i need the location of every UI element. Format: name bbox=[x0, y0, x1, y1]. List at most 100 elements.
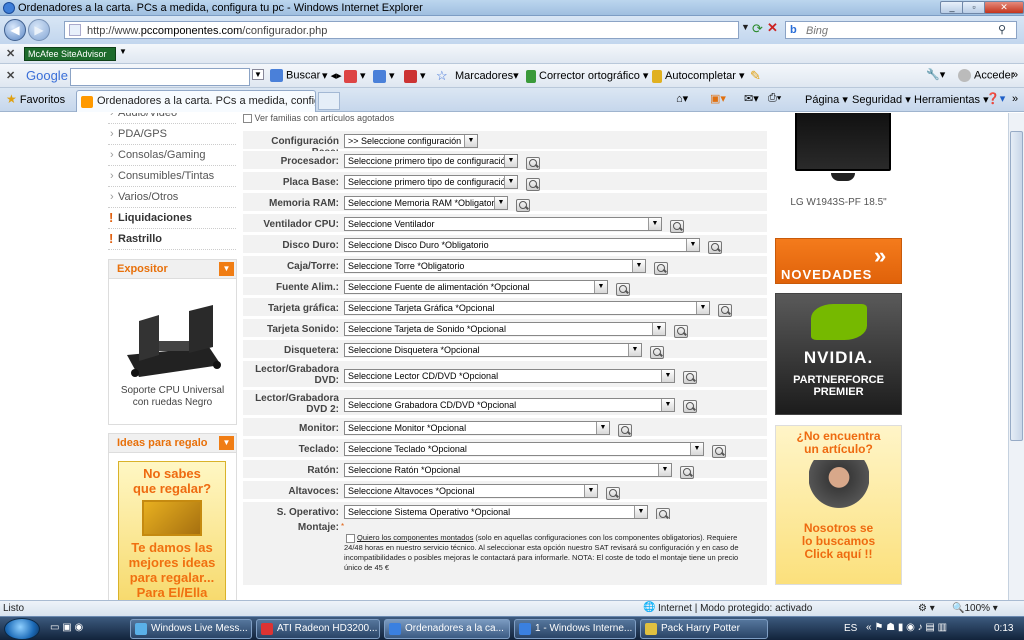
magnifier-icon[interactable] bbox=[526, 178, 540, 191]
config-select[interactable]: >> Seleccione configuración ▼ bbox=[344, 134, 478, 148]
left-menu-item[interactable]: › PDA/GPS bbox=[108, 124, 236, 145]
chevron-down-icon[interactable]: ▼ bbox=[686, 239, 699, 251]
magnifier-icon[interactable] bbox=[683, 371, 697, 384]
mail-icon[interactable]: ✉▾ bbox=[744, 92, 759, 105]
favoritos-button[interactable]: ★ Favoritos bbox=[6, 92, 65, 106]
montaje-link[interactable]: Quiero los componentes montados bbox=[357, 533, 473, 542]
start-button[interactable] bbox=[4, 618, 40, 640]
config-select[interactable]: Seleccione Tarjeta de Sonido *Opcional ▼ bbox=[344, 322, 666, 336]
vertical-scrollbar[interactable] bbox=[1008, 113, 1024, 600]
clock[interactable]: 0:13 bbox=[994, 623, 1013, 634]
back-button[interactable]: ◀ bbox=[4, 19, 26, 41]
magnifier-icon[interactable] bbox=[516, 199, 530, 212]
magnifier-icon[interactable] bbox=[650, 346, 664, 359]
buscamos-banner[interactable]: ¿No encuentra un artículo? Nosotros se l… bbox=[775, 425, 902, 585]
config-select[interactable]: Seleccione Altavoces *Opcional ▼ bbox=[344, 484, 598, 498]
config-select[interactable]: Seleccione Grabadora CD/DVD *Opcional ▼ bbox=[344, 398, 675, 412]
taskbar-item[interactable]: Pack Harry Potter bbox=[640, 619, 768, 639]
mcafee-dropdown-icon[interactable]: ▼ bbox=[119, 47, 127, 56]
expositor-dropdown-icon[interactable]: ▼ bbox=[219, 262, 234, 276]
quicklaunch-icons[interactable]: ▭ ▣ ◉ bbox=[50, 622, 83, 633]
ultimas-novedades-banner[interactable]: » NOVEDADES bbox=[775, 238, 902, 284]
left-menu-item[interactable]: › Consolas/Gaming bbox=[108, 145, 236, 166]
refresh-icon[interactable]: ⟳ bbox=[752, 21, 763, 37]
star-icon[interactable]: ☆ bbox=[436, 68, 448, 84]
search-box[interactable]: b Bing ⚲ bbox=[785, 21, 1017, 39]
magnifier-icon[interactable] bbox=[708, 241, 722, 254]
expositor-caption[interactable]: Soporte CPU Universal con ruedas Negro bbox=[109, 385, 236, 409]
more-chevron-icon[interactable]: » bbox=[1012, 93, 1018, 105]
tab-active[interactable]: Ordenadores a la carta. PCs a medida, co… bbox=[76, 90, 316, 112]
acceder-button[interactable]: Acceder bbox=[958, 69, 1014, 82]
taskbar-item[interactable]: Windows Live Mess... bbox=[130, 619, 252, 639]
chevron-down-icon[interactable]: ▼ bbox=[494, 197, 507, 209]
config-select[interactable]: Seleccione primero tipo de configuración… bbox=[344, 154, 518, 168]
config-select[interactable]: Seleccione Ratón *Opcional ▼ bbox=[344, 463, 672, 477]
pagina-menu[interactable]: Página ▾ bbox=[805, 93, 848, 106]
language-indicator[interactable]: ES bbox=[844, 623, 857, 634]
monitor-ad[interactable]: LG W1943S-PF 18.5" bbox=[775, 113, 902, 221]
buscar-button[interactable]: Buscar bbox=[270, 69, 320, 82]
config-select[interactable]: Seleccione primero tipo de configuración… bbox=[344, 175, 518, 189]
scrollbar-thumb[interactable] bbox=[1010, 131, 1023, 441]
chevron-down-icon[interactable]: ▼ bbox=[652, 323, 665, 335]
magnifier-icon[interactable] bbox=[654, 262, 668, 275]
chevron-down-icon[interactable]: ▼ bbox=[634, 506, 647, 518]
maximize-button[interactable]: ▫ bbox=[962, 1, 986, 14]
wrench-icon[interactable]: 🔧▾ bbox=[926, 68, 945, 81]
taskbar-item[interactable]: 1 - Windows Interne... bbox=[514, 619, 636, 639]
config-select[interactable]: Seleccione Teclado *Opcional ▼ bbox=[344, 442, 704, 456]
security-zone[interactable]: Internet | Modo protegido: activado bbox=[658, 603, 812, 614]
taskbar-item[interactable]: Ordenadores a la ca... bbox=[384, 619, 510, 639]
chevron-down-icon[interactable]: ▼ bbox=[658, 464, 671, 476]
left-menu-item[interactable]: › Varios/Otros bbox=[108, 187, 236, 208]
more-chevron-icon[interactable]: » bbox=[1012, 69, 1018, 81]
config-select[interactable]: Seleccione Fuente de alimentación *Opcio… bbox=[344, 280, 608, 294]
chevron-down-icon[interactable]: ▼ bbox=[648, 218, 661, 230]
taskbar-item[interactable]: ATI Radeon HD3200... bbox=[256, 619, 380, 639]
agotados-checkbox[interactable] bbox=[243, 114, 252, 124]
config-select[interactable]: Seleccione Disquetera *Opcional ▼ bbox=[344, 343, 642, 357]
chevron-down-icon[interactable]: ▼ bbox=[504, 155, 517, 167]
pagerank-icon[interactable]: ▾ bbox=[404, 69, 426, 83]
protected-mode-icon[interactable]: ⚙ ▾ bbox=[918, 603, 935, 614]
left-menu-item[interactable]: ! Liquidaciones bbox=[108, 208, 236, 229]
chevron-down-icon[interactable]: ▼ bbox=[632, 260, 645, 272]
home-icon[interactable]: ⌂▾ bbox=[676, 92, 688, 105]
magnifier-icon[interactable] bbox=[712, 445, 726, 458]
address-dropdown-icon[interactable]: ▼ bbox=[741, 22, 750, 32]
chevron-down-icon[interactable]: ▼ bbox=[628, 344, 641, 356]
chevron-down-icon[interactable]: ▼ bbox=[696, 302, 709, 314]
chevron-down-icon[interactable]: ▼ bbox=[584, 485, 597, 497]
config-select[interactable]: Seleccione Torre *Obligatorio ▼ bbox=[344, 259, 646, 273]
config-select[interactable]: Seleccione Disco Duro *Obligatorio ▼ bbox=[344, 238, 700, 252]
left-menu-item[interactable]: › Consumibles/Tintas bbox=[108, 166, 236, 187]
magnifier-icon[interactable] bbox=[606, 487, 620, 500]
magnifier-icon[interactable] bbox=[616, 283, 630, 296]
chevron-down-icon[interactable]: ▼ bbox=[596, 422, 609, 434]
ideas-banner[interactable]: No sabes que regalar? Te damos las mejor… bbox=[118, 461, 226, 600]
config-select[interactable]: Seleccione Sistema Operativo *Opcional ▼ bbox=[344, 505, 648, 519]
cpu-stand-image[interactable] bbox=[109, 285, 236, 385]
ideas-dropdown-icon[interactable]: ▼ bbox=[219, 436, 234, 450]
marcadores-button[interactable]: Marcadores▾ bbox=[455, 69, 519, 82]
herramientas-menu[interactable]: Herramientas ▾ bbox=[914, 93, 989, 106]
toolbar-separator-icon[interactable]: ▾ ◂▸ bbox=[322, 69, 342, 82]
popup-icon[interactable]: ▾ bbox=[344, 69, 366, 83]
zoom-control[interactable]: 🔍100% ▾ bbox=[952, 603, 998, 614]
stop-icon[interactable]: ✕ bbox=[767, 20, 778, 36]
config-select[interactable]: Seleccione Memoria RAM *Obligatorio ▼ bbox=[344, 196, 508, 210]
magnifier-icon[interactable] bbox=[683, 400, 697, 413]
magnifier-icon[interactable] bbox=[670, 220, 684, 233]
config-select[interactable]: Seleccione Ventilador ▼ bbox=[344, 217, 662, 231]
chevron-down-icon[interactable]: ▼ bbox=[661, 370, 674, 382]
config-select[interactable]: Seleccione Lector CD/DVD *Opcional ▼ bbox=[344, 369, 675, 383]
pencil-icon[interactable]: ✎ bbox=[750, 68, 761, 84]
seguridad-menu[interactable]: Seguridad ▾ bbox=[852, 93, 911, 106]
magnifier-icon[interactable] bbox=[618, 424, 632, 437]
chevron-down-icon[interactable]: ▼ bbox=[464, 135, 477, 147]
search-icon[interactable]: ⚲ bbox=[998, 23, 1006, 36]
chevron-down-icon[interactable]: ▼ bbox=[504, 176, 517, 188]
tray-icons[interactable]: « ⚑ ☗ ▮ ◉ ♪ ▤ ▥ bbox=[866, 622, 947, 633]
google-search-input[interactable] bbox=[70, 68, 250, 86]
